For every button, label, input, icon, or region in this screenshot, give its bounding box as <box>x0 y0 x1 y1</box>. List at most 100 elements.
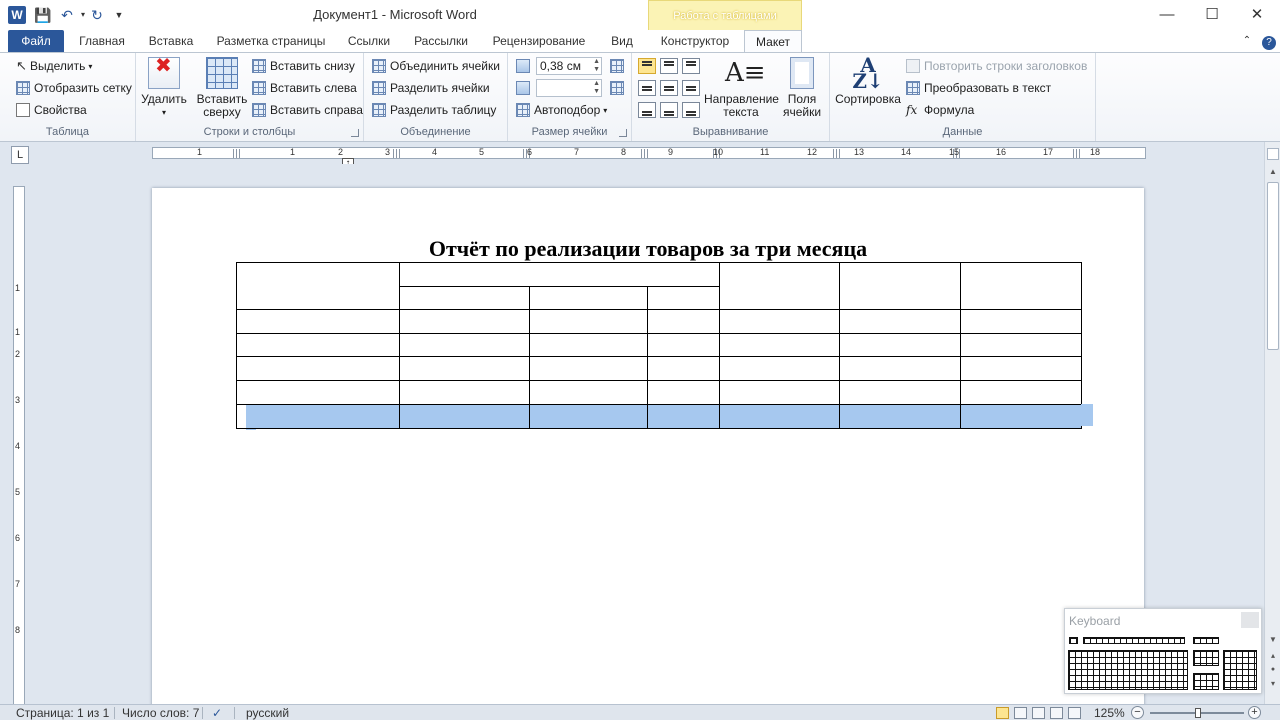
keyboard-panel[interactable]: Keyboard <box>1064 608 1262 694</box>
ruler-column-marker[interactable] <box>833 149 842 158</box>
minimize-icon[interactable]: — <box>1154 4 1180 26</box>
table-cell[interactable] <box>529 286 648 310</box>
redo-icon[interactable]: ↻ <box>88 6 106 24</box>
tab-mailings[interactable]: Рассылки <box>406 30 476 52</box>
zoom-slider-thumb[interactable] <box>1195 708 1201 718</box>
tab-page-layout[interactable]: Разметка страницы <box>210 30 332 52</box>
table-cell[interactable] <box>719 309 840 334</box>
table-cell[interactable] <box>960 356 1082 381</box>
tab-selector-icon[interactable]: L <box>11 146 29 164</box>
table-cell[interactable] <box>236 309 400 334</box>
save-icon[interactable]: 💾 <box>34 6 52 24</box>
tab-design[interactable]: Конструктор <box>652 30 738 52</box>
insert-below-button[interactable]: Вставить снизу <box>252 57 355 75</box>
vertical-ruler[interactable]: 1 1 2 3 4 5 6 7 8 <box>13 186 25 704</box>
zoom-out-icon[interactable]: − <box>1131 706 1144 719</box>
table-cell-selected[interactable] <box>960 404 1082 429</box>
autofit-button[interactable]: Автоподбор ▾ <box>516 101 607 119</box>
zoom-level[interactable]: 125% <box>1094 706 1125 720</box>
tab-view[interactable]: Вид <box>602 30 642 52</box>
align-middle-center-icon[interactable] <box>660 80 678 96</box>
print-layout-icon[interactable] <box>996 707 1009 719</box>
table-cell[interactable] <box>399 356 530 381</box>
align-middle-right-icon[interactable] <box>682 80 700 96</box>
ruler-toggle-icon[interactable] <box>1267 148 1279 160</box>
merge-cells-button[interactable]: Объединить ячейки <box>372 57 500 75</box>
table-cell[interactable] <box>839 380 961 405</box>
help-icon[interactable]: ? <box>1260 30 1278 52</box>
table-cell[interactable] <box>399 262 720 287</box>
table-cell[interactable] <box>960 380 1082 405</box>
document-heading[interactable]: Отчёт по реализации товаров за три месяц… <box>152 236 1144 262</box>
table-cell[interactable] <box>399 286 530 310</box>
table-cell[interactable] <box>839 333 961 357</box>
dialog-launcher-icon[interactable] <box>351 129 359 137</box>
ruler-column-marker[interactable] <box>1073 149 1082 158</box>
table-cell-selected[interactable] <box>236 404 400 429</box>
table-cell[interactable] <box>529 356 648 381</box>
show-gridlines-button[interactable]: Отобразить сетку <box>16 79 132 97</box>
table-cell[interactable] <box>647 356 720 381</box>
tab-review[interactable]: Рецензирование <box>484 30 594 52</box>
horizontal-ruler[interactable]: 1 1 2 3 4 5 6 7 8 9 10 11 12 13 14 15 16… <box>152 147 1146 159</box>
table-cell[interactable] <box>719 380 840 405</box>
dialog-launcher-icon[interactable] <box>619 129 627 137</box>
repeat-header-rows-button[interactable]: Повторить строки заголовков <box>906 57 1087 75</box>
table-cell[interactable] <box>236 380 400 405</box>
table-cell-selected[interactable] <box>647 404 720 429</box>
table-cell[interactable] <box>399 333 530 357</box>
web-layout-icon[interactable] <box>1032 707 1045 719</box>
table-cell[interactable] <box>529 380 648 405</box>
formula-button[interactable]: fx Формула <box>906 101 974 119</box>
scrollbar-thumb[interactable] <box>1267 182 1279 350</box>
table-cell[interactable] <box>839 309 961 334</box>
table-cell[interactable] <box>839 262 961 310</box>
table-cell[interactable] <box>647 286 720 310</box>
align-top-center-icon[interactable] <box>660 58 678 74</box>
previous-page-icon[interactable]: ▴ <box>1267 650 1279 662</box>
table-cell[interactable] <box>839 356 961 381</box>
cell-margins-button[interactable]: Поля ячейки <box>780 57 824 119</box>
ruler-column-marker[interactable] <box>393 149 402 158</box>
vertical-scrollbar[interactable]: ▲ ▼ ▴ ● ▾ <box>1264 142 1280 704</box>
table-cell-selected[interactable] <box>399 404 530 429</box>
table-cell[interactable] <box>647 333 720 357</box>
table-cell-selected[interactable] <box>839 404 961 429</box>
document-page[interactable]: Отчёт по реализации товаров за три месяц… <box>152 188 1144 704</box>
align-top-right-icon[interactable] <box>682 58 700 74</box>
zoom-in-icon[interactable]: + <box>1248 706 1261 719</box>
table-cell[interactable] <box>960 333 1082 357</box>
scroll-down-icon[interactable]: ▼ <box>1267 634 1279 646</box>
spinner-arrows-icon[interactable]: ▲ ▼ <box>593 58 600 74</box>
table-cell[interactable] <box>719 333 840 357</box>
minimize-ribbon-icon[interactable]: ⌃ <box>1238 30 1256 52</box>
page-indicator[interactable]: Страница: 1 из 1 <box>16 706 109 720</box>
table-cell[interactable] <box>399 309 530 334</box>
align-middle-left-icon[interactable] <box>638 80 656 96</box>
table-cell[interactable] <box>529 333 648 357</box>
tab-layout[interactable]: Макет <box>744 30 802 52</box>
table-cell[interactable] <box>719 262 840 310</box>
align-bottom-center-icon[interactable] <box>660 102 678 118</box>
column-width-input[interactable]: ▲ ▼ <box>536 79 602 97</box>
table-cell-selected[interactable] <box>529 404 648 429</box>
insert-above-button[interactable]: Вставить сверху <box>194 57 250 119</box>
full-screen-reading-icon[interactable] <box>1014 707 1027 719</box>
scroll-up-icon[interactable]: ▲ <box>1267 166 1279 178</box>
next-page-icon[interactable]: ▾ <box>1267 678 1279 690</box>
table-cell[interactable] <box>236 333 400 357</box>
align-bottom-left-icon[interactable] <box>638 102 656 118</box>
delete-button[interactable]: Удалить ▾ <box>140 57 188 119</box>
table-cell[interactable] <box>960 309 1082 334</box>
insert-right-button[interactable]: Вставить справа <box>252 101 363 119</box>
maximize-icon[interactable]: ☐ <box>1199 4 1225 26</box>
language-indicator[interactable]: русский <box>246 706 289 720</box>
align-bottom-right-icon[interactable] <box>682 102 700 118</box>
sort-button[interactable]: A Z↓ Сортировка <box>832 55 904 106</box>
table-cell[interactable] <box>529 309 648 334</box>
ruler-column-marker[interactable] <box>641 149 650 158</box>
word-count[interactable]: Число слов: 7 <box>122 706 199 720</box>
browse-object-icon[interactable]: ● <box>1267 664 1279 676</box>
spellcheck-icon[interactable]: ✓ <box>212 706 222 720</box>
word-icon[interactable]: W <box>8 6 26 24</box>
